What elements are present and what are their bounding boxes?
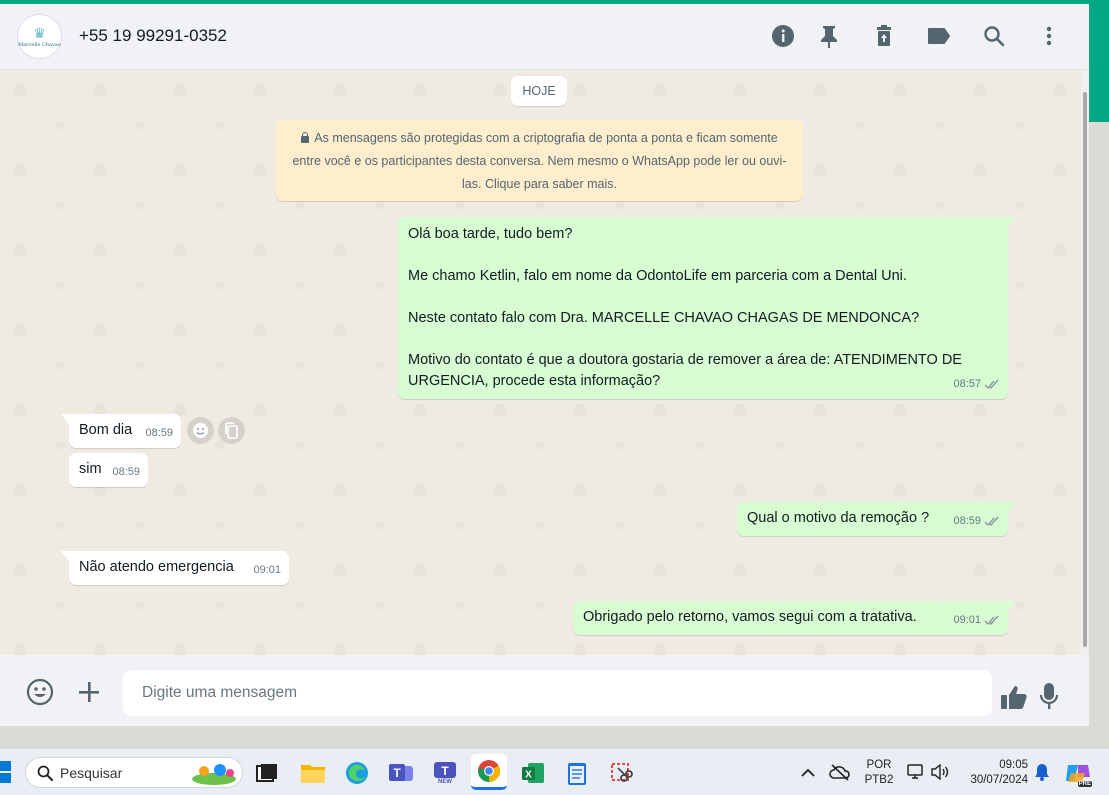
info-icon[interactable] (770, 22, 796, 50)
search-icon (37, 765, 53, 781)
label-tag-icon[interactable] (926, 22, 952, 50)
encryption-notice-text: As mensagens são protegidas com a cripto… (292, 131, 787, 191)
message-incoming[interactable]: Não atendo emergencia 09:01 (61, 551, 289, 585)
taskbar-search[interactable]: Pesquisar (25, 757, 243, 788)
avatar-logo-text: Marcelle Chavao (18, 41, 61, 48)
message-time: 08:59 (953, 515, 981, 527)
message-text: Neste contato falo com Dra. MARCELLE CHA… (408, 310, 920, 326)
clock-date: 30/07/2024 (970, 774, 1028, 786)
message-composer (0, 655, 1089, 726)
tooth-logo-icon: ♛ (33, 24, 46, 41)
date-divider: HOJE (511, 76, 567, 106)
message-meta: 09:01 (953, 610, 1000, 631)
message-time: 09:01 (253, 564, 281, 576)
tray-chevron-up-icon[interactable] (799, 765, 817, 779)
copy-icon (225, 422, 238, 439)
thumbs-up-icon[interactable] (999, 682, 1029, 712)
message-time: 08:57 (953, 378, 981, 390)
teams-icon[interactable]: T (388, 760, 414, 786)
message-text: Obrigado pelo retorno, vamos segui com a… (583, 609, 917, 625)
message-meta: 08:59 (145, 423, 173, 444)
input-language-indicator[interactable]: POR PTB2 (860, 758, 898, 788)
svg-text:T: T (393, 766, 401, 780)
message-input[interactable] (123, 670, 992, 716)
chat-header: ♛ Marcelle Chavao +55 19 99291-0352 (0, 4, 1089, 70)
menu-kebab-icon[interactable] (1036, 22, 1062, 50)
copilot-icon[interactable]: PRE (1064, 759, 1092, 787)
copy-message-button[interactable] (218, 417, 245, 444)
language-code: POR (866, 759, 892, 771)
attach-plus-icon[interactable] (76, 679, 102, 705)
emoji-reaction-button[interactable] (187, 417, 214, 444)
emoji-icon[interactable] (25, 677, 55, 707)
notepad-icon[interactable] (564, 759, 590, 787)
message-text: Motivo do contato é que a doutora gostar… (408, 352, 962, 389)
taskbar-search-label: Pesquisar (60, 764, 123, 781)
microphone-icon[interactable] (1037, 681, 1061, 711)
encryption-notice[interactable]: As mensagens são protegidas com a cripto… (276, 120, 803, 201)
windows-start-icon[interactable] (0, 761, 12, 783)
teams-new-badge: NEW (438, 778, 452, 785)
window-accent-right (1089, 4, 1109, 122)
whatsapp-window: ♛ Marcelle Chavao +55 19 99291-0352 HOJE… (0, 4, 1089, 726)
message-text: Me chamo Ketlin, falo em nome da OdontoL… (408, 268, 907, 284)
scrollbar-thumb[interactable] (1083, 92, 1087, 647)
message-time: 09:01 (953, 614, 981, 626)
message-text: Bom dia (79, 422, 133, 438)
message-meta: 09:01 (253, 560, 281, 581)
message-outgoing[interactable]: Olá boa tarde, tudo bem? Me chamo Ketlin… (398, 217, 1016, 399)
message-meta: 08:59 (112, 462, 140, 483)
snipping-tool-icon[interactable] (608, 760, 634, 786)
file-explorer-icon[interactable] (300, 760, 326, 786)
message-time: 08:59 (112, 466, 140, 478)
message-incoming[interactable]: Bom dia 08:59 (61, 414, 181, 448)
windows-taskbar: Pesquisar T T NEW X POR PTB2 09:05 30/07… (0, 748, 1109, 795)
search-highlights-illustration-icon (192, 764, 236, 785)
chat-area[interactable]: HOJE As mensagens são protegidas com a c… (0, 70, 1081, 655)
volume-icon[interactable] (929, 763, 951, 781)
message-incoming[interactable]: sim 08:59 (69, 453, 148, 487)
excel-icon[interactable]: X (520, 760, 546, 786)
double-check-icon (984, 615, 999, 626)
message-meta: 08:57 (953, 374, 1000, 395)
network-icon[interactable] (906, 763, 926, 781)
keyboard-layout: PTB2 (864, 774, 894, 786)
teams-new-icon[interactable]: T NEW (432, 759, 458, 787)
archive-delete-icon[interactable] (871, 22, 897, 50)
search-icon[interactable] (981, 22, 1007, 50)
svg-text:X: X (525, 770, 532, 781)
lock-icon (301, 132, 310, 143)
double-check-icon (984, 379, 999, 390)
message-text: Qual o motivo da remoção ? (747, 510, 930, 526)
system-clock[interactable]: 09:05 30/07/2024 (960, 758, 1028, 788)
teams-new-logo: T (434, 761, 456, 778)
message-text: sim (79, 461, 102, 477)
clock-time: 09:05 (999, 759, 1028, 771)
copilot-badge: PRE (1077, 781, 1092, 787)
double-check-icon (984, 516, 999, 527)
contact-name[interactable]: +55 19 99291-0352 (79, 26, 227, 46)
avatar[interactable]: ♛ Marcelle Chavao (17, 14, 62, 59)
message-text: Olá boa tarde, tudo bem? (408, 226, 573, 242)
task-view-icon[interactable] (255, 761, 279, 785)
svg-text:T: T (441, 764, 449, 778)
message-outgoing[interactable]: Obrigado pelo retorno, vamos segui com a… (573, 601, 1016, 635)
edge-browser-icon[interactable] (344, 760, 370, 786)
message-outgoing[interactable]: Qual o motivo da remoção ? 08:59 (737, 502, 1016, 536)
pin-icon[interactable] (816, 22, 842, 50)
message-time: 08:59 (145, 427, 173, 439)
message-text: Não atendo emergencia (79, 559, 234, 575)
chrome-icon[interactable] (471, 754, 507, 790)
notification-bell-icon[interactable] (1033, 763, 1051, 781)
message-meta: 08:59 (953, 511, 1000, 532)
onedrive-offline-icon[interactable] (829, 762, 851, 782)
smiley-icon (193, 423, 208, 438)
chat-scrollbar[interactable] (1081, 70, 1089, 655)
